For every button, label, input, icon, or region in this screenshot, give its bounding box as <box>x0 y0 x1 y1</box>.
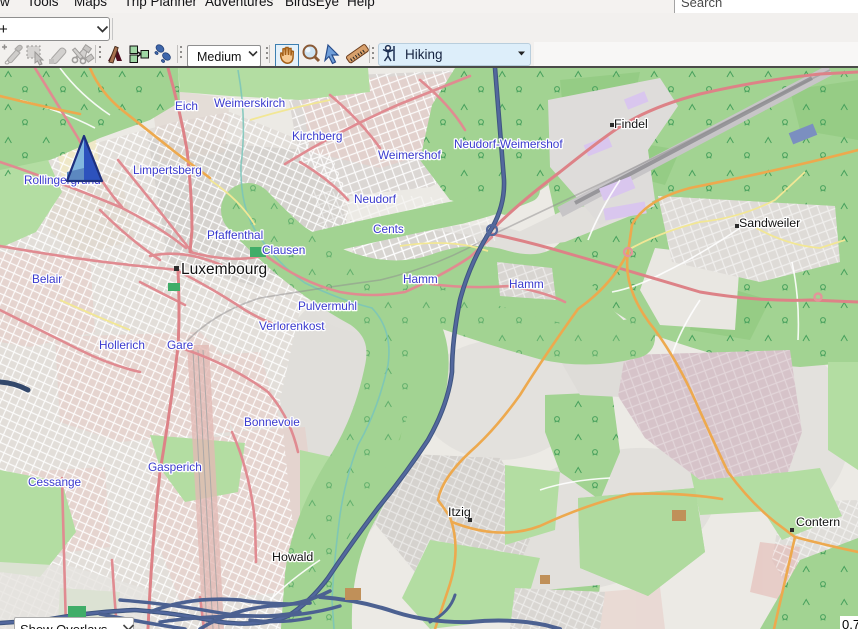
svg-text:Cents: Cents <box>373 222 404 236</box>
svg-text:Itzig: Itzig <box>448 505 471 519</box>
svg-text:Neudorf-Weimershof: Neudorf-Weimershof <box>454 137 563 151</box>
svg-text:Pfaffenthal: Pfaffenthal <box>207 228 263 242</box>
svg-text:Clausen: Clausen <box>262 243 305 257</box>
svg-text:Gasperich: Gasperich <box>148 460 202 474</box>
svg-text:Luxembourg: Luxembourg <box>181 261 267 278</box>
svg-text:Gare: Gare <box>167 338 194 352</box>
svg-text:Findel: Findel <box>614 117 648 131</box>
svg-text:Hollerich: Hollerich <box>99 338 145 352</box>
svg-text:Cessange: Cessange <box>28 475 82 489</box>
svg-text:Limpertsberg: Limpertsberg <box>133 163 202 177</box>
svg-text:Weimerskirch: Weimerskirch <box>214 96 285 110</box>
svg-text:Belair: Belair <box>32 272 62 286</box>
svg-text:Hamm: Hamm <box>403 272 438 286</box>
svg-text:Sandweiler: Sandweiler <box>739 216 800 230</box>
svg-text:Kirchberg: Kirchberg <box>292 129 343 143</box>
svg-text:Howald: Howald <box>272 550 313 564</box>
svg-text:Contern: Contern <box>796 515 840 529</box>
svg-text:Neudorf: Neudorf <box>354 192 397 206</box>
svg-text:Eich: Eich <box>175 99 198 113</box>
svg-text:Weimershof: Weimershof <box>378 148 441 162</box>
svg-text:Verlorenkost: Verlorenkost <box>259 319 325 333</box>
svg-text:Hamm: Hamm <box>509 277 544 291</box>
svg-text:Pulvermuhl: Pulvermuhl <box>298 299 357 313</box>
svg-text:Bonnevoie: Bonnevoie <box>244 415 300 429</box>
